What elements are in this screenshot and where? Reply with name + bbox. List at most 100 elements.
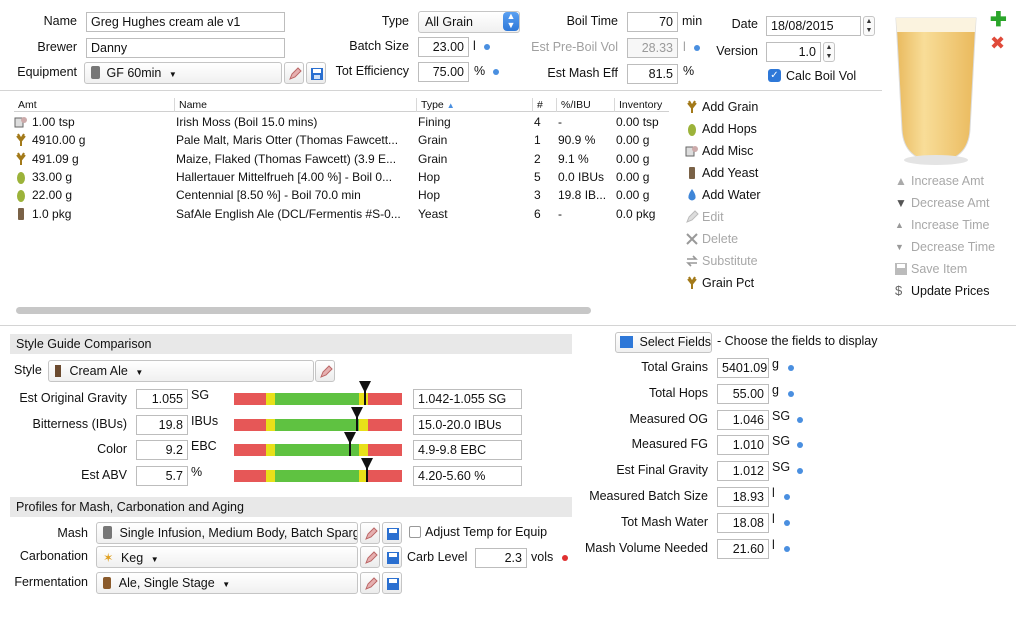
delete-recipe-icon[interactable]: ✖ <box>990 33 1005 53</box>
save-item-button[interactable]: Save Item <box>895 261 1020 279</box>
version-stepper-icon[interactable]: ▲ ▼ <box>823 42 835 62</box>
table-row[interactable]: 491.09 g Maize, Flaked (Thomas Fawcett) (… <box>14 150 669 168</box>
col-amt[interactable]: Amt <box>14 98 174 112</box>
style-row-label: Color <box>97 442 127 456</box>
add-hops-button[interactable]: Add Hops <box>685 120 805 140</box>
edit-button[interactable]: Edit <box>685 208 805 228</box>
add-water-button[interactable]: Add Water <box>685 186 805 206</box>
field-row-unit: l <box>772 511 775 526</box>
edit-mash-button[interactable] <box>360 522 380 544</box>
table-row[interactable]: 22.00 g Centennial [8.50 %] - Boil 70.0 m… <box>14 186 669 204</box>
tot-efficiency-field[interactable]: 75.00 <box>418 62 469 82</box>
field-row-indicator <box>797 416 803 423</box>
cell-name: Maize, Flaked (Thomas Fawcett) (3.9 E... <box>176 151 397 166</box>
edit-carbonation-button[interactable] <box>360 546 380 568</box>
cell-amt: 4910.00 g <box>32 133 86 148</box>
yeast-icon <box>689 167 695 179</box>
add-recipe-icon[interactable]: ✚ <box>990 10 1007 30</box>
field-row-indicator <box>784 494 790 500</box>
field-row-value: 1.046 <box>717 409 769 430</box>
delete-button[interactable]: Delete <box>685 230 805 250</box>
boil-time-field[interactable]: 70 <box>627 12 678 32</box>
version-field[interactable]: 1.0 <box>766 42 821 62</box>
mash-combo[interactable]: Single Infusion, Medium Body, Batch Spar… <box>96 522 358 544</box>
save-fermentation-button[interactable] <box>382 572 402 594</box>
carb-level-field[interactable]: 2.3 <box>475 548 527 568</box>
col-type[interactable]: Type ▲ <box>416 98 532 112</box>
table-row[interactable]: 1.0 pkg SafAle English Ale (DCL/Fermentis… <box>14 205 669 223</box>
date-field[interactable]: 18/08/2015 <box>766 16 861 36</box>
chevron-down-icon: ▼ <box>135 368 144 377</box>
brewer-field[interactable]: Danny <box>86 38 285 58</box>
col-name[interactable]: Name <box>174 98 416 112</box>
grain-pct-button[interactable]: Grain Pct <box>685 274 805 294</box>
field-row-indicator <box>797 442 803 449</box>
col-num[interactable]: # <box>532 98 556 112</box>
field-row-value: 1.012 <box>717 461 769 482</box>
edit-style-button[interactable] <box>315 360 335 382</box>
substitute-button[interactable]: Substitute <box>685 252 805 272</box>
range-low-segment <box>234 444 266 456</box>
decrease-time-button[interactable]: ▼ Decrease Time <box>895 239 1020 257</box>
select-fields-label: Select Fields <box>639 335 712 349</box>
add-misc-button[interactable]: Add Misc <box>685 142 805 162</box>
col-inventory[interactable]: Inventory <box>614 98 669 112</box>
range-low-segment <box>234 393 266 405</box>
est-preboil-field: 28.33 <box>627 38 678 58</box>
hop-icon <box>14 170 30 184</box>
batch-size-field[interactable]: 23.00 <box>418 37 469 57</box>
save-icon <box>387 578 399 590</box>
range-warn-low-segment <box>266 444 275 456</box>
style-row-label: Est Original Gravity <box>19 391 127 405</box>
range-ok-segment <box>275 444 359 456</box>
increase-time-button[interactable]: ▲ Increase Time <box>895 217 1020 235</box>
field-row-unit: g <box>772 357 779 371</box>
decrease-amt-button[interactable]: ▼ Decrease Amt <box>895 195 1020 213</box>
batch-size-label: Batch Size <box>349 39 409 53</box>
equipment-combo[interactable]: GF 60min ▼ <box>84 62 282 84</box>
est-mash-eff-field[interactable]: 81.5 <box>627 64 678 84</box>
grain-icon <box>14 152 30 166</box>
carbonation-combo[interactable]: ✶ Keg ▼ <box>96 546 358 568</box>
calc-boil-checkbox[interactable]: ✓ <box>768 69 781 82</box>
field-row-unit: l <box>772 486 775 500</box>
date-stepper-icon[interactable]: ▲ ▼ <box>863 16 875 36</box>
table-row[interactable]: 1.00 tsp Irish Moss (Boil 15.0 mins) Finin… <box>14 113 669 131</box>
cell-name: Centennial [8.50 %] - Boil 70.0 min <box>176 188 361 203</box>
dollar-icon: $ <box>895 283 903 298</box>
table-row[interactable]: 33.00 g Hallertauer Mittelfrueh [4.00 %] … <box>14 168 669 186</box>
range-warn-low-segment <box>266 418 275 431</box>
update-prices-button[interactable]: $ Update Prices <box>895 283 1020 301</box>
select-fields-button[interactable]: Select Fields <box>615 332 712 353</box>
edit-icon <box>320 365 333 378</box>
increase-amt-button[interactable]: ▲ Increase Amt <box>895 173 1020 191</box>
add-yeast-button[interactable]: Add Yeast <box>685 164 805 184</box>
equipment-value: GF 60min <box>106 66 162 80</box>
add-grain-button[interactable]: Add Grain <box>685 98 805 118</box>
edit-equipment-button[interactable] <box>284 62 304 84</box>
table-scrollbar[interactable] <box>16 307 591 314</box>
save-mash-button[interactable] <box>382 522 402 544</box>
field-row-indicator <box>784 519 790 526</box>
boil-time-label: Boil Time <box>566 14 618 28</box>
style-row-unit: IBUs <box>191 413 219 428</box>
cell-num: 2 <box>534 151 541 166</box>
name-field[interactable]: Greg Hughes cream ale v1 <box>86 12 285 32</box>
type-select-arrows-icon[interactable]: ▲ ▼ <box>503 12 519 31</box>
field-row-unit: SG <box>772 460 791 475</box>
table-row[interactable]: 4910.00 g Pale Malt, Maris Otter (Thomas … <box>14 131 669 149</box>
adjust-temp-checkbox[interactable] <box>409 526 421 538</box>
field-row-label: Total Grains <box>641 360 708 374</box>
fermentation-combo[interactable]: Ale, Single Stage ▼ <box>96 572 358 594</box>
style-row-range: 4.9-9.8 EBC <box>413 440 522 460</box>
style-combo[interactable]: Cream Ale ▼ <box>48 360 314 382</box>
save-icon <box>387 552 399 564</box>
col-pct[interactable]: %/IBU <box>556 98 614 112</box>
ingredient-table[interactable]: Amt Name Type ▲ # %/IBU Inventory 1.00 t… <box>14 98 669 318</box>
save-carbonation-button[interactable] <box>382 546 402 568</box>
style-guide-header: Style Guide Comparison <box>10 334 572 354</box>
calc-boil-label: Calc Boil Vol <box>786 69 857 83</box>
cell-type: Grain <box>418 151 448 166</box>
edit-fermentation-button[interactable] <box>360 572 380 594</box>
table-header: Amt Name Type ▲ # %/IBU Inventory <box>14 98 669 112</box>
